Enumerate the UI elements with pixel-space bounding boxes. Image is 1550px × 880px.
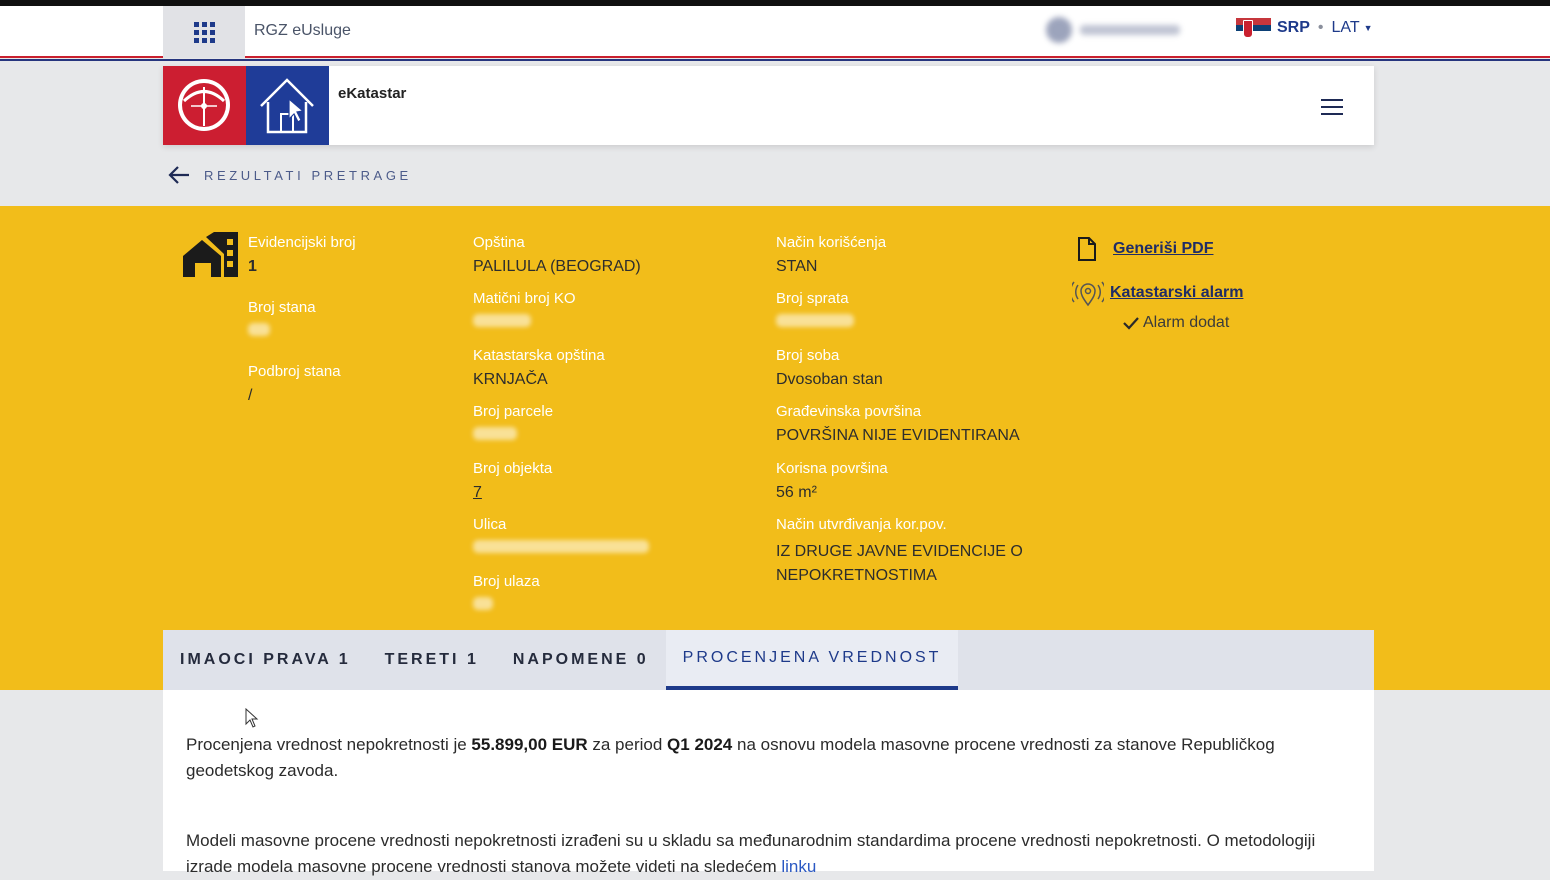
field-value: Dvosoban stan <box>776 371 883 388</box>
field-label: Broj objekta <box>473 460 553 477</box>
field-value: 1 <box>248 258 257 275</box>
valuation-period: Q1 2024 <box>667 735 733 754</box>
lang-srp[interactable]: SRP <box>1277 19 1310 37</box>
field-label: Broj soba <box>776 347 840 364</box>
app-title: eKatastar <box>338 85 407 102</box>
valuation-summary: Procenjena vrednost nepokretnosti je 55.… <box>186 732 1326 784</box>
field-label: Katastarska opština <box>473 347 605 364</box>
field-label: Ulica <box>473 516 507 533</box>
building-icon <box>183 232 238 277</box>
field-label: Korisna površina <box>776 460 888 477</box>
generate-pdf-label: Generiši PDF <box>1113 240 1214 257</box>
ekatastar-logo[interactable] <box>246 66 329 145</box>
alarm-status-text: Alarm dodat <box>1143 314 1230 331</box>
menu-icon[interactable] <box>1321 99 1343 120</box>
field-nacin-koriscenja: Način korišćenja STAN <box>776 234 886 276</box>
field-broj-ulaza: Broj ulaza <box>473 573 540 615</box>
tab-tereti[interactable]: TERETI 1 <box>368 630 496 690</box>
valuation-text: za period <box>587 735 668 754</box>
user-account-blurred[interactable] <box>1046 17 1180 43</box>
detail-tabs: IMAOCI PRAVA 1 TERETI 1 NAPOMENE 0 PROCE… <box>163 630 1374 690</box>
valuation-text: Procenjena vrednost nepokretnosti je <box>186 735 472 754</box>
field-korisna-povrsina: Korisna površina 56 m² <box>776 460 888 502</box>
user-name-blurred <box>1080 25 1180 35</box>
field-value-redacted <box>776 314 854 332</box>
field-value-redacted <box>473 314 576 332</box>
back-link-label: REZULTATI PRETRAGE <box>204 167 412 183</box>
field-broj-soba: Broj soba Dvosoban stan <box>776 347 883 389</box>
methodology-text: Modeli masovne procene vrednosti nepokre… <box>186 831 1316 876</box>
field-value-redacted <box>248 323 316 341</box>
field-label: Evidencijski broj <box>248 234 356 251</box>
back-to-results-link[interactable]: REZULTATI PRETRAGE <box>168 165 412 185</box>
field-label: Matični broj KO <box>473 290 576 307</box>
serbia-flag-icon <box>1236 18 1271 38</box>
chevron-down-icon: ▼ <box>1363 23 1373 33</box>
field-podbroj-stana: Podbroj stana / <box>248 363 341 405</box>
tab-napomene[interactable]: NAPOMENE 0 <box>496 630 666 690</box>
alarm-status: Alarm dodat <box>1123 314 1243 332</box>
building-number-link[interactable]: 7 <box>473 484 552 502</box>
methodology-note: Modeli masovne procene vrednosti nepokre… <box>186 828 1326 880</box>
field-opstina: Opština PALILULA (BEOGRAD) <box>473 234 641 276</box>
field-label: Podbroj stana <box>248 363 341 380</box>
mouse-cursor-icon <box>245 708 259 728</box>
field-value: IZ DRUGE JAVNE EVIDENCIJE O NEPOKRETNOST… <box>776 543 1023 584</box>
home-cursor-icon <box>260 78 314 134</box>
check-icon <box>1123 317 1139 330</box>
field-label: Način korišćenja <box>776 234 887 251</box>
field-katastarska-opstina: Katastarska opština KRNJAČA <box>473 347 605 389</box>
field-nacin-utvrdjivanja: Način utvrđivanja kor.pov. IZ DRUGE JAVN… <box>776 516 1026 588</box>
app-header: eKatastar <box>163 66 1374 145</box>
language-selector[interactable]: SRP • LAT ▼ <box>1236 18 1373 38</box>
property-details-panel <box>0 206 1550 690</box>
field-value-redacted <box>473 597 540 615</box>
apps-menu-button[interactable] <box>163 6 245 58</box>
field-evidencijski-broj: Evidencijski broj 1 <box>248 234 356 276</box>
field-broj-sprata: Broj sprata <box>776 290 854 332</box>
location-alarm-icon <box>1072 281 1104 307</box>
field-value: STAN <box>776 258 818 275</box>
lang-lat[interactable]: LAT <box>1332 19 1360 37</box>
lang-separator: • <box>1317 19 1324 36</box>
field-value: KRNJAČA <box>473 371 548 388</box>
field-value-redacted <box>473 540 649 558</box>
field-gradjevinska-povrsina: Građevinska površina POVRŠINA NIJE EVIDE… <box>776 403 1020 445</box>
cadastral-alarm-link[interactable]: Katastarski alarm <box>1072 278 1243 308</box>
apps-grid-icon <box>193 21 215 43</box>
field-label: Broj ulaza <box>473 573 540 590</box>
avatar <box>1046 17 1072 43</box>
property-actions: Generiši PDF Katastarski alarm Alarm dod… <box>1072 236 1243 332</box>
field-value: POVRŠINA NIJE EVIDENTIRANA <box>776 427 1020 444</box>
field-label: Broj parcele <box>473 403 554 420</box>
arrow-left-icon <box>168 166 189 184</box>
valuation-amount: 55.899,00 EUR <box>471 735 588 754</box>
tab-procenjena-vrednost[interactable]: PROCENJENA VREDNOST <box>665 630 959 690</box>
document-icon <box>1078 237 1096 261</box>
rgz-logo-icon <box>178 79 230 131</box>
eusluge-brand[interactable]: RGZ eUsluge <box>254 22 351 40</box>
field-value: / <box>248 387 253 404</box>
field-broj-stana: Broj stana <box>248 299 316 341</box>
cadastral-alarm-label: Katastarski alarm <box>1110 284 1244 301</box>
field-label: Način utvrđivanja kor.pov. <box>776 516 947 533</box>
field-value: PALILULA (BEOGRAD) <box>473 258 641 275</box>
field-label: Građevinska površina <box>776 403 922 420</box>
field-ulica: Ulica <box>473 516 649 558</box>
field-broj-parcele: Broj parcele <box>473 403 553 445</box>
field-label: Opština <box>473 234 525 251</box>
field-label: Broj stana <box>248 299 316 316</box>
field-value-redacted <box>473 427 553 445</box>
field-broj-objekta: Broj objekta 7 <box>473 460 552 502</box>
top-bar-blue-line <box>0 59 1550 61</box>
tab-imaoci-prava[interactable]: IMAOCI PRAVA 1 <box>163 630 368 690</box>
rgz-logo[interactable] <box>163 66 246 145</box>
field-maticni-broj-ko: Matični broj KO <box>473 290 576 332</box>
methodology-link[interactable]: linku <box>781 857 816 876</box>
generate-pdf-button[interactable]: Generiši PDF <box>1075 236 1243 262</box>
field-value: 56 m² <box>776 484 817 501</box>
field-label: Broj sprata <box>776 290 849 307</box>
valuation-content: Procenjena vrednost nepokretnosti je 55.… <box>163 690 1374 876</box>
